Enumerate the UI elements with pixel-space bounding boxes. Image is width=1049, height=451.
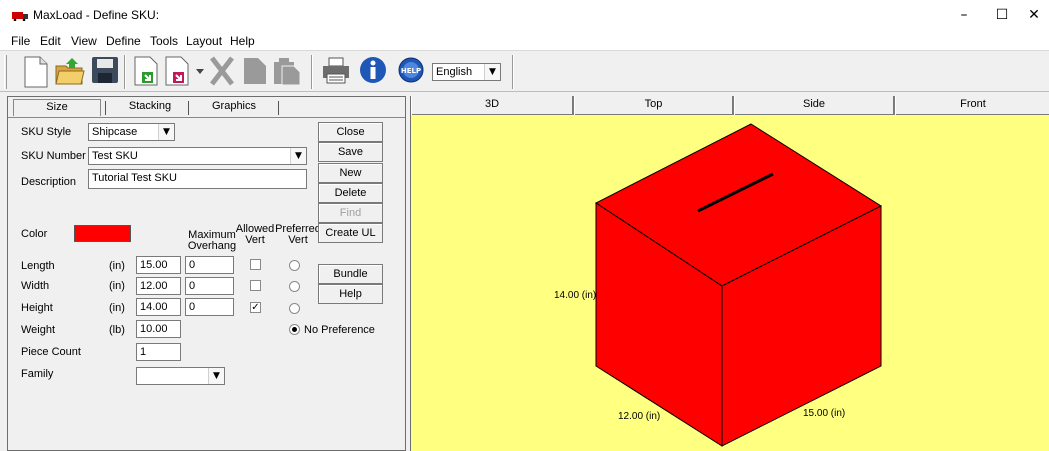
- weight-unit: (lb): [109, 324, 125, 336]
- chevron-down-icon: ▼: [290, 148, 306, 164]
- sku-number-label: SKU Number: [21, 150, 86, 162]
- description-label: Description: [21, 176, 77, 188]
- width-label: Width: [21, 280, 50, 292]
- piece-count-label: Piece Count: [21, 346, 81, 358]
- length-overhang-input[interactable]: 0: [185, 256, 234, 274]
- tab-graphics[interactable]: Graphics: [189, 99, 279, 116]
- save-disk-icon[interactable]: [91, 56, 119, 84]
- export-sku-icon[interactable]: [165, 56, 189, 86]
- sku-definition-panel: Size Stacking Graphics SKU Style Shipcas…: [7, 96, 406, 451]
- new-document-icon[interactable]: [23, 56, 49, 88]
- chevron-down-icon: ▼: [208, 368, 224, 384]
- sku-style-value: Shipcase: [92, 126, 138, 138]
- length-input[interactable]: 15.00: [136, 256, 181, 274]
- no-preference-label: No Preference: [304, 324, 375, 336]
- import-sku-icon[interactable]: [134, 56, 158, 86]
- create-ul-button[interactable]: Create UL: [318, 223, 383, 243]
- length-unit: (in): [109, 260, 125, 272]
- family-label: Family: [21, 368, 54, 380]
- new-button[interactable]: New: [318, 163, 383, 183]
- height-label: Height: [21, 302, 53, 314]
- title-bar: MaxLoad - Define SKU: – ☐ ✕: [0, 0, 1049, 30]
- weight-input[interactable]: 10.00: [136, 320, 181, 338]
- 3d-view-canvas[interactable]: 14.00 (in) 12.00 (in) 15.00 (in): [411, 116, 1049, 451]
- tab-stacking[interactable]: Stacking: [106, 99, 194, 116]
- export-dropdown-icon[interactable]: [196, 69, 204, 75]
- cut-icon[interactable]: [208, 56, 236, 86]
- tab-side[interactable]: Side: [734, 96, 895, 115]
- menu-file[interactable]: File: [11, 34, 30, 48]
- language-select[interactable]: English ▼: [432, 63, 501, 81]
- menu-tools[interactable]: Tools: [150, 34, 178, 48]
- toolbar-grip: [4, 55, 7, 89]
- length-preferred-vert-radio[interactable]: [289, 260, 300, 271]
- svg-text:HELP: HELP: [401, 67, 421, 75]
- view-tabs: 3D Top Side Front: [411, 96, 1049, 115]
- family-select[interactable]: ▼: [136, 367, 225, 385]
- toolbar: HELP English ▼: [0, 50, 1049, 92]
- maxload-app-icon: [12, 12, 28, 21]
- menu-help[interactable]: Help: [230, 34, 255, 48]
- allowed-vert-header: Allowed Vert: [235, 223, 275, 246]
- sku-style-label: SKU Style: [21, 126, 72, 138]
- width-preferred-vert-radio[interactable]: [289, 281, 300, 292]
- copy-icon[interactable]: [242, 56, 268, 86]
- color-label: Color: [21, 228, 48, 240]
- find-button[interactable]: Find: [318, 203, 383, 223]
- width-input[interactable]: 12.00: [136, 277, 181, 295]
- sku-preview-panel: 3D Top Side Front 14.00 (in) 12.00 (in) …: [410, 96, 1049, 451]
- width-allowed-vert-checkbox[interactable]: [250, 280, 261, 291]
- height-overhang-input[interactable]: 0: [185, 298, 234, 316]
- help-button[interactable]: Help: [318, 284, 383, 304]
- language-select-value: English: [436, 66, 473, 78]
- description-input[interactable]: Tutorial Test SKU: [88, 169, 307, 189]
- help-icon[interactable]: HELP: [398, 57, 424, 83]
- window-title: MaxLoad - Define SKU:: [33, 8, 160, 22]
- height-allowed-vert-checkbox[interactable]: ✓: [250, 302, 261, 313]
- preferred-vert-header: Preferred Vert: [275, 223, 321, 246]
- weight-label: Weight: [21, 324, 56, 336]
- menu-layout[interactable]: Layout: [186, 34, 222, 48]
- menu-define[interactable]: Define: [106, 34, 141, 48]
- no-preference-radio[interactable]: [289, 324, 300, 335]
- menu-bar: File Edit View Define Tools Layout Help: [0, 30, 1049, 50]
- height-unit: (in): [109, 302, 125, 314]
- tab-top[interactable]: Top: [574, 96, 734, 115]
- sku-style-select[interactable]: Shipcase ▼: [88, 123, 175, 141]
- paste-icon[interactable]: [272, 56, 302, 86]
- print-icon[interactable]: [321, 56, 351, 86]
- open-folder-icon[interactable]: [55, 56, 85, 86]
- piece-count-input[interactable]: 1: [136, 343, 181, 361]
- width-dimension-label: 12.00 (in): [618, 411, 661, 422]
- close-window-button[interactable]: ✕: [1011, 0, 1049, 30]
- delete-button[interactable]: Delete: [318, 183, 383, 203]
- height-input[interactable]: 14.00: [136, 298, 181, 316]
- sku-number-value: Test SKU: [92, 150, 138, 162]
- tab-front[interactable]: Front: [895, 96, 1049, 115]
- maximum-overhang-header: Maximum Overhang: [187, 229, 237, 252]
- info-icon[interactable]: [359, 56, 387, 84]
- chevron-down-icon: ▼: [158, 124, 174, 140]
- length-label: Length: [21, 260, 55, 272]
- sku-number-select[interactable]: Test SKU ▼: [88, 147, 307, 165]
- height-preferred-vert-radio[interactable]: [289, 303, 300, 314]
- box-3d-render: [595, 123, 883, 447]
- width-unit: (in): [109, 280, 125, 292]
- menu-view[interactable]: View: [71, 34, 97, 48]
- height-dimension-label: 14.00 (in): [554, 290, 597, 301]
- bundle-button[interactable]: Bundle: [318, 264, 383, 284]
- chevron-down-icon: ▼: [484, 64, 500, 80]
- close-button[interactable]: Close: [318, 122, 383, 142]
- tab-size[interactable]: Size: [13, 99, 101, 116]
- length-allowed-vert-checkbox[interactable]: [250, 259, 261, 270]
- tab-3d[interactable]: 3D: [411, 96, 574, 115]
- color-swatch[interactable]: [74, 225, 131, 242]
- length-dimension-label: 15.00 (in): [803, 408, 846, 419]
- menu-edit[interactable]: Edit: [40, 34, 61, 48]
- width-overhang-input[interactable]: 0: [185, 277, 234, 295]
- save-button[interactable]: Save: [318, 142, 383, 162]
